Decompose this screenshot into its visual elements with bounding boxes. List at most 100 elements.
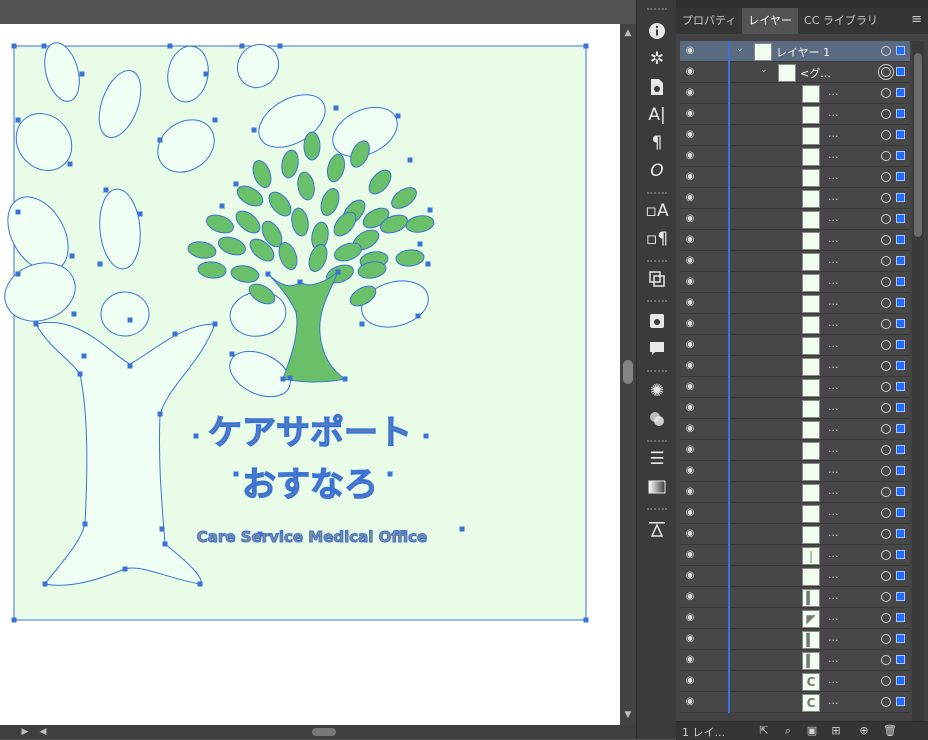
path-item-row[interactable]: ◉...: [680, 83, 910, 104]
anchor-point[interactable]: [423, 433, 429, 439]
item-name[interactable]: ...: [828, 673, 839, 686]
item-name[interactable]: ...: [828, 190, 839, 203]
eye-icon[interactable]: ◉: [683, 296, 697, 310]
item-name[interactable]: ...: [828, 316, 839, 329]
selection-indicator[interactable]: [896, 67, 905, 76]
anchor-point[interactable]: [77, 371, 83, 377]
item-name[interactable]: ...: [828, 505, 839, 518]
eye-icon[interactable]: ◉: [683, 65, 697, 79]
anchor-point[interactable]: [197, 581, 203, 587]
hamburger-icon[interactable]: ≡: [911, 12, 922, 27]
grip-handle[interactable]: [647, 508, 667, 514]
item-name[interactable]: ...: [828, 127, 839, 140]
target-icon[interactable]: [881, 46, 891, 56]
target-icon[interactable]: [881, 445, 891, 455]
character-style-icon[interactable]: ▫A: [643, 198, 671, 224]
target-icon[interactable]: [881, 214, 891, 224]
anchor-point[interactable]: [265, 271, 271, 277]
selection-indicator[interactable]: [896, 382, 905, 391]
target-icon[interactable]: [881, 403, 891, 413]
path-item-row[interactable]: ◉...: [680, 293, 910, 314]
item-name[interactable]: ...: [828, 379, 839, 392]
eye-icon[interactable]: ◉: [683, 506, 697, 520]
selection-indicator[interactable]: [896, 634, 905, 643]
path-item-row[interactable]: ◉...: [680, 146, 910, 167]
item-name[interactable]: ...: [828, 652, 839, 665]
item-name[interactable]: ...: [828, 631, 839, 644]
path-item-row[interactable]: ◉...: [680, 419, 910, 440]
path-item-row[interactable]: ◉ C...: [680, 671, 910, 692]
grip-handle[interactable]: [647, 300, 667, 306]
path-item-row[interactable]: ◉...: [680, 188, 910, 209]
anchor-point[interactable]: [15, 117, 21, 123]
selection-indicator[interactable]: [896, 571, 905, 580]
eye-icon[interactable]: ◉: [683, 527, 697, 541]
anchor-point[interactable]: [407, 157, 413, 163]
selection-indicator[interactable]: [896, 592, 905, 601]
eye-icon[interactable]: ◉: [683, 212, 697, 226]
selection-indicator[interactable]: [896, 235, 905, 244]
stroke-icon[interactable]: ☰: [643, 446, 671, 472]
eye-icon[interactable]: ◉: [683, 128, 697, 142]
eye-icon[interactable]: ◉: [683, 233, 697, 247]
item-name[interactable]: ...: [828, 148, 839, 161]
item-name[interactable]: ...: [828, 85, 839, 98]
selection-indicator[interactable]: [896, 445, 905, 454]
anchor-point[interactable]: [297, 279, 303, 285]
item-name[interactable]: ...: [828, 547, 839, 560]
anchor-point[interactable]: [15, 271, 21, 277]
eye-icon[interactable]: ◉: [683, 632, 697, 646]
anchor-point[interactable]: [127, 317, 133, 323]
item-name[interactable]: ...: [828, 484, 839, 497]
comment-icon[interactable]: [643, 336, 671, 362]
path-item-row[interactable]: ◉...: [680, 125, 910, 146]
selection-indicator[interactable]: [896, 655, 905, 664]
target-icon[interactable]: [881, 613, 891, 623]
target-icon[interactable]: [881, 382, 891, 392]
path-item-row[interactable]: ◉...: [680, 272, 910, 293]
scroll-thumb[interactable]: [623, 360, 633, 384]
anchor-point[interactable]: [172, 331, 178, 337]
gradient-icon[interactable]: [643, 474, 671, 500]
anchor-point[interactable]: [103, 187, 109, 193]
anchor-point[interactable]: [229, 351, 235, 357]
path-item-row[interactable]: ◉...: [680, 209, 910, 230]
anchor-point[interactable]: [33, 321, 39, 327]
selection-indicator[interactable]: [896, 508, 905, 517]
new-sublayer-icon[interactable]: ⊞: [828, 723, 844, 739]
item-name[interactable]: ...: [828, 400, 839, 413]
target-icon[interactable]: [881, 340, 891, 350]
clipping-mask-icon[interactable]: ▣: [804, 723, 820, 739]
logo-title[interactable]: ケアサポート: [207, 412, 412, 453]
eye-icon[interactable]: ◉: [683, 338, 697, 352]
eye-icon[interactable]: ◉: [683, 149, 697, 163]
target-icon[interactable]: [881, 193, 891, 203]
selection-indicator[interactable]: [896, 340, 905, 349]
path-item-row[interactable]: ◉ ▍...: [680, 629, 910, 650]
target-icon[interactable]: [881, 67, 891, 77]
item-name[interactable]: ...: [828, 463, 839, 476]
character-icon[interactable]: A|: [643, 102, 671, 128]
anchor-point[interactable]: [97, 261, 103, 267]
eye-icon[interactable]: ◉: [683, 275, 697, 289]
item-name[interactable]: ...: [828, 232, 839, 245]
scroll-down-arrow-icon[interactable]: ▼: [620, 708, 636, 722]
anchor-point[interactable]: [212, 117, 218, 123]
anchor-point[interactable]: [212, 321, 218, 327]
target-icon[interactable]: [881, 634, 891, 644]
anchor-point[interactable]: [157, 137, 163, 143]
selection-indicator[interactable]: [896, 298, 905, 307]
anchor-point[interactable]: [11, 43, 17, 49]
item-name[interactable]: ...: [828, 274, 839, 287]
selection-indicator[interactable]: [896, 130, 905, 139]
item-name[interactable]: ...: [828, 421, 839, 434]
item-name[interactable]: ...: [828, 442, 839, 455]
anchor-point[interactable]: [167, 43, 173, 49]
scroll-thumb[interactable]: [914, 53, 922, 237]
large-leaf-shape[interactable]: [100, 291, 150, 337]
path-item-row[interactable]: ◉...: [680, 398, 910, 419]
anchor-point[interactable]: [42, 581, 48, 587]
item-name[interactable]: ...: [828, 589, 839, 602]
anchor-point[interactable]: [427, 207, 433, 213]
eye-icon[interactable]: ◉: [683, 611, 697, 625]
